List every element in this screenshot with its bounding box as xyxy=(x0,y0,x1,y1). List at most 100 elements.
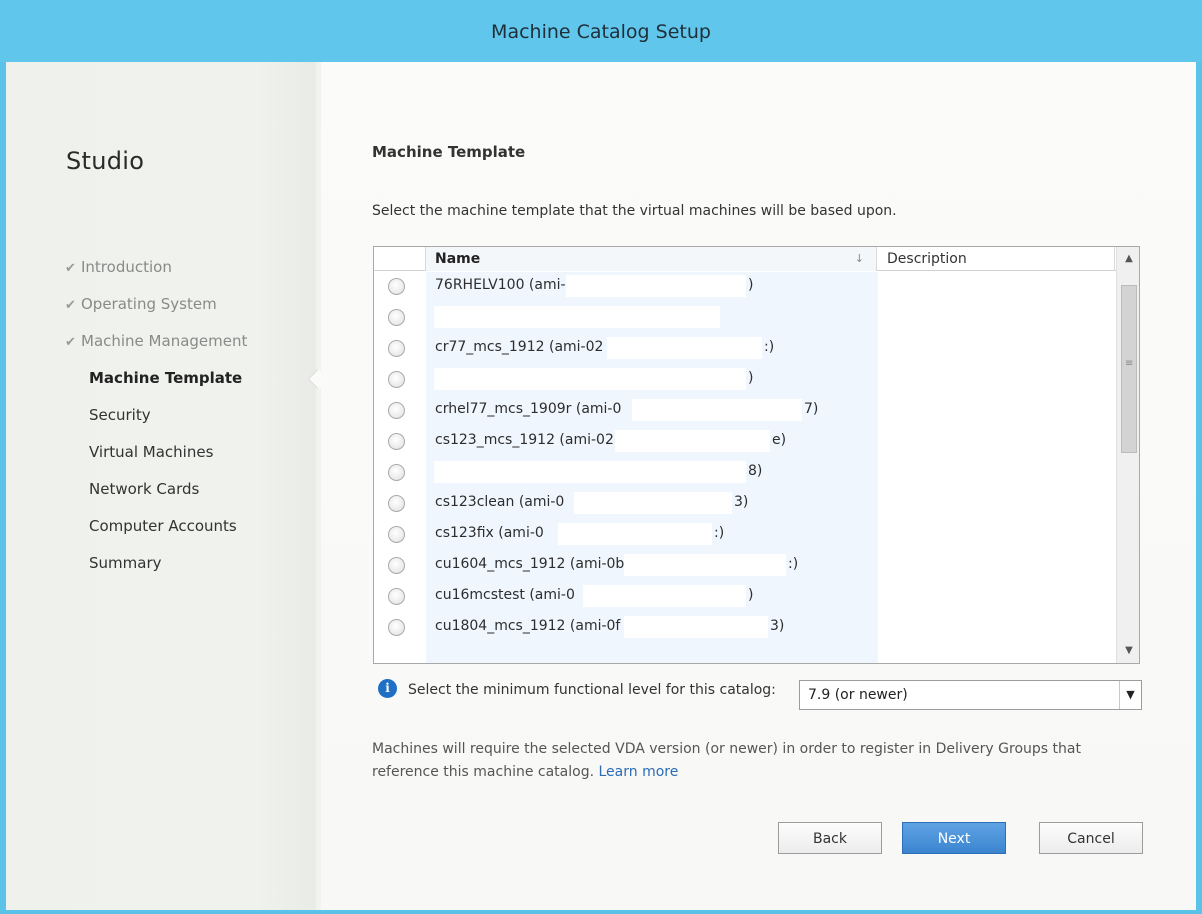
table-row[interactable]: cu1804_mcs_1912 (ami-0f 3) xyxy=(374,613,1116,644)
studio-brand: Studio xyxy=(66,147,145,175)
row-radio[interactable] xyxy=(388,619,405,636)
table-row[interactable]: cs123clean (ami-0 3) xyxy=(374,489,1116,520)
table-row[interactable]: 76RHELV100 (ami-) xyxy=(374,272,1116,303)
wizard-frame: Studio ✔ Introduction ✔ Operating System ✔ Ma… xyxy=(6,62,1196,910)
redacted-area xyxy=(631,399,802,421)
template-name: crhel77_mcs_1909r (ami-0 xyxy=(435,401,622,417)
table-row[interactable]: ) xyxy=(374,365,1116,396)
redacted-area xyxy=(434,368,746,390)
redacted-area xyxy=(434,306,720,328)
template-name: cr77_mcs_1912 (ami-02 xyxy=(435,339,604,355)
row-radio[interactable] xyxy=(388,371,405,388)
template-name-suffix: ) xyxy=(748,277,754,293)
row-radio[interactable] xyxy=(388,495,405,512)
wizard-step-virtual-machines: Virtual Machines xyxy=(65,443,247,480)
row-radio[interactable] xyxy=(388,433,405,450)
wizard-step-machine-template: Machine Template xyxy=(65,369,247,406)
wizard-step-label: Operating System xyxy=(81,295,217,313)
row-radio[interactable] xyxy=(388,588,405,605)
back-button[interactable]: Back xyxy=(778,822,882,854)
wizard-step-label: Virtual Machines xyxy=(89,443,214,461)
info-icon: i xyxy=(378,679,397,698)
template-name: cs123clean (ami-0 xyxy=(435,494,565,510)
template-name-suffix: 8) xyxy=(748,463,763,479)
template-name-suffix: 7) xyxy=(804,401,819,417)
redacted-area xyxy=(615,430,770,452)
template-name-suffix: e) xyxy=(772,432,787,448)
table-row-partial[interactable] xyxy=(374,644,1116,663)
column-header-name[interactable]: Name ↓ xyxy=(425,247,877,271)
scrollbar-thumb[interactable]: ≡ xyxy=(1121,285,1137,453)
wizard-step-label: Network Cards xyxy=(89,480,200,498)
wizard-step-label: Introduction xyxy=(81,258,172,276)
table-row[interactable]: cs123fix (ami-0:) xyxy=(374,520,1116,551)
table-row[interactable]: cr77_mcs_1912 (ami-02:) xyxy=(374,334,1116,365)
wizard-step-machine-management: ✔ Machine Management xyxy=(65,332,247,369)
learn-more-link[interactable]: Learn more xyxy=(599,764,679,780)
sidebar: Studio ✔ Introduction ✔ Operating System ✔ Ma… xyxy=(6,62,316,910)
wizard-step-security: Security xyxy=(65,406,247,443)
cancel-button[interactable]: Cancel xyxy=(1039,822,1143,854)
redacted-area xyxy=(434,461,746,483)
header-divider xyxy=(1114,247,1115,271)
row-radio[interactable] xyxy=(388,309,405,326)
instruction-text: Select the machine template that the vir… xyxy=(372,203,897,219)
table-row[interactable]: cu1604_mcs_1912 (ami-0b:) xyxy=(374,551,1116,582)
scroll-down-icon[interactable]: ▼ xyxy=(1117,639,1139,663)
template-name: cs123fix (ami-0 xyxy=(435,525,544,541)
template-name-suffix: :) xyxy=(788,556,799,572)
row-radio[interactable] xyxy=(388,526,405,543)
checkmark-icon: ✔ xyxy=(65,298,76,313)
template-name: cu1804_mcs_1912 (ami-0f xyxy=(435,618,621,634)
main-panel: Machine Template Select the machine temp… xyxy=(321,62,1196,910)
template-name: cu1604_mcs_1912 (ami-0b xyxy=(435,556,625,572)
table-header: Name ↓ Description xyxy=(374,247,1116,271)
template-name-suffix: :) xyxy=(764,339,775,355)
functional-level-select[interactable]: 7.9 (or newer) ▼ xyxy=(799,680,1142,710)
table-row[interactable]: crhel77_mcs_1909r (ami-0 7) xyxy=(374,396,1116,427)
table-row[interactable]: cs123_mcs_1912 (ami-02 e) xyxy=(374,427,1116,458)
wizard-step-summary: Summary xyxy=(65,554,247,591)
template-name: cs123_mcs_1912 (ami-02 xyxy=(435,432,614,448)
wizard-steps: ✔ Introduction ✔ Operating System ✔ Machine M… xyxy=(65,258,247,591)
row-radio[interactable] xyxy=(388,402,405,419)
grip-icon: ≡ xyxy=(1125,358,1134,369)
column-header-description[interactable]: Description xyxy=(887,247,967,271)
functional-level-label: Select the minimum functional level for … xyxy=(408,682,776,698)
window-title: Machine Catalog Setup xyxy=(0,0,1202,62)
table-row[interactable]: cu16mcstest (ami-0) xyxy=(374,582,1116,613)
scroll-up-icon[interactable]: ▲ xyxy=(1117,247,1139,271)
redacted-area xyxy=(623,554,786,576)
row-radio[interactable] xyxy=(388,340,405,357)
page-title: Machine Template xyxy=(372,143,526,161)
redacted-area xyxy=(607,337,762,359)
wizard-step-label: Summary xyxy=(89,554,162,572)
wizard-step-operating-system: ✔ Operating System xyxy=(65,295,247,332)
template-name-suffix: :) xyxy=(714,525,725,541)
table-row[interactable] xyxy=(374,303,1116,334)
dropdown-arrow-icon[interactable]: ▼ xyxy=(1119,681,1141,709)
wizard-step-label: Security xyxy=(89,406,151,424)
vertical-scrollbar[interactable]: ▲ ≡ ▼ xyxy=(1116,247,1139,663)
template-name-suffix: ) xyxy=(748,587,754,603)
wizard-step-label: Computer Accounts xyxy=(89,517,237,535)
redacted-area xyxy=(566,275,746,297)
wizard-step-computer-accounts: Computer Accounts xyxy=(65,517,247,554)
table-body: 76RHELV100 (ami-) cr77_mcs_1912 (ami-02:)… xyxy=(374,272,1116,663)
help-text: Machines will require the selected VDA v… xyxy=(372,741,1081,780)
checkmark-icon: ✔ xyxy=(65,335,76,350)
row-radio[interactable] xyxy=(388,278,405,295)
template-table: Name ↓ Description 76RHELV100 (ami-) cr77… xyxy=(373,246,1140,664)
next-button[interactable]: Next xyxy=(902,822,1006,854)
redacted-area xyxy=(623,616,768,638)
table-row[interactable]: 8) xyxy=(374,458,1116,489)
row-radio[interactable] xyxy=(388,464,405,481)
wizard-step-label: Machine Template xyxy=(89,369,243,387)
redacted-area xyxy=(582,585,746,607)
row-radio[interactable] xyxy=(388,557,405,574)
wizard-step-network-cards: Network Cards xyxy=(65,480,247,517)
wizard-step-label: Machine Management xyxy=(81,332,248,350)
template-name-suffix: 3) xyxy=(734,494,749,510)
redacted-area xyxy=(558,523,712,545)
template-name-suffix: ) xyxy=(748,370,754,386)
